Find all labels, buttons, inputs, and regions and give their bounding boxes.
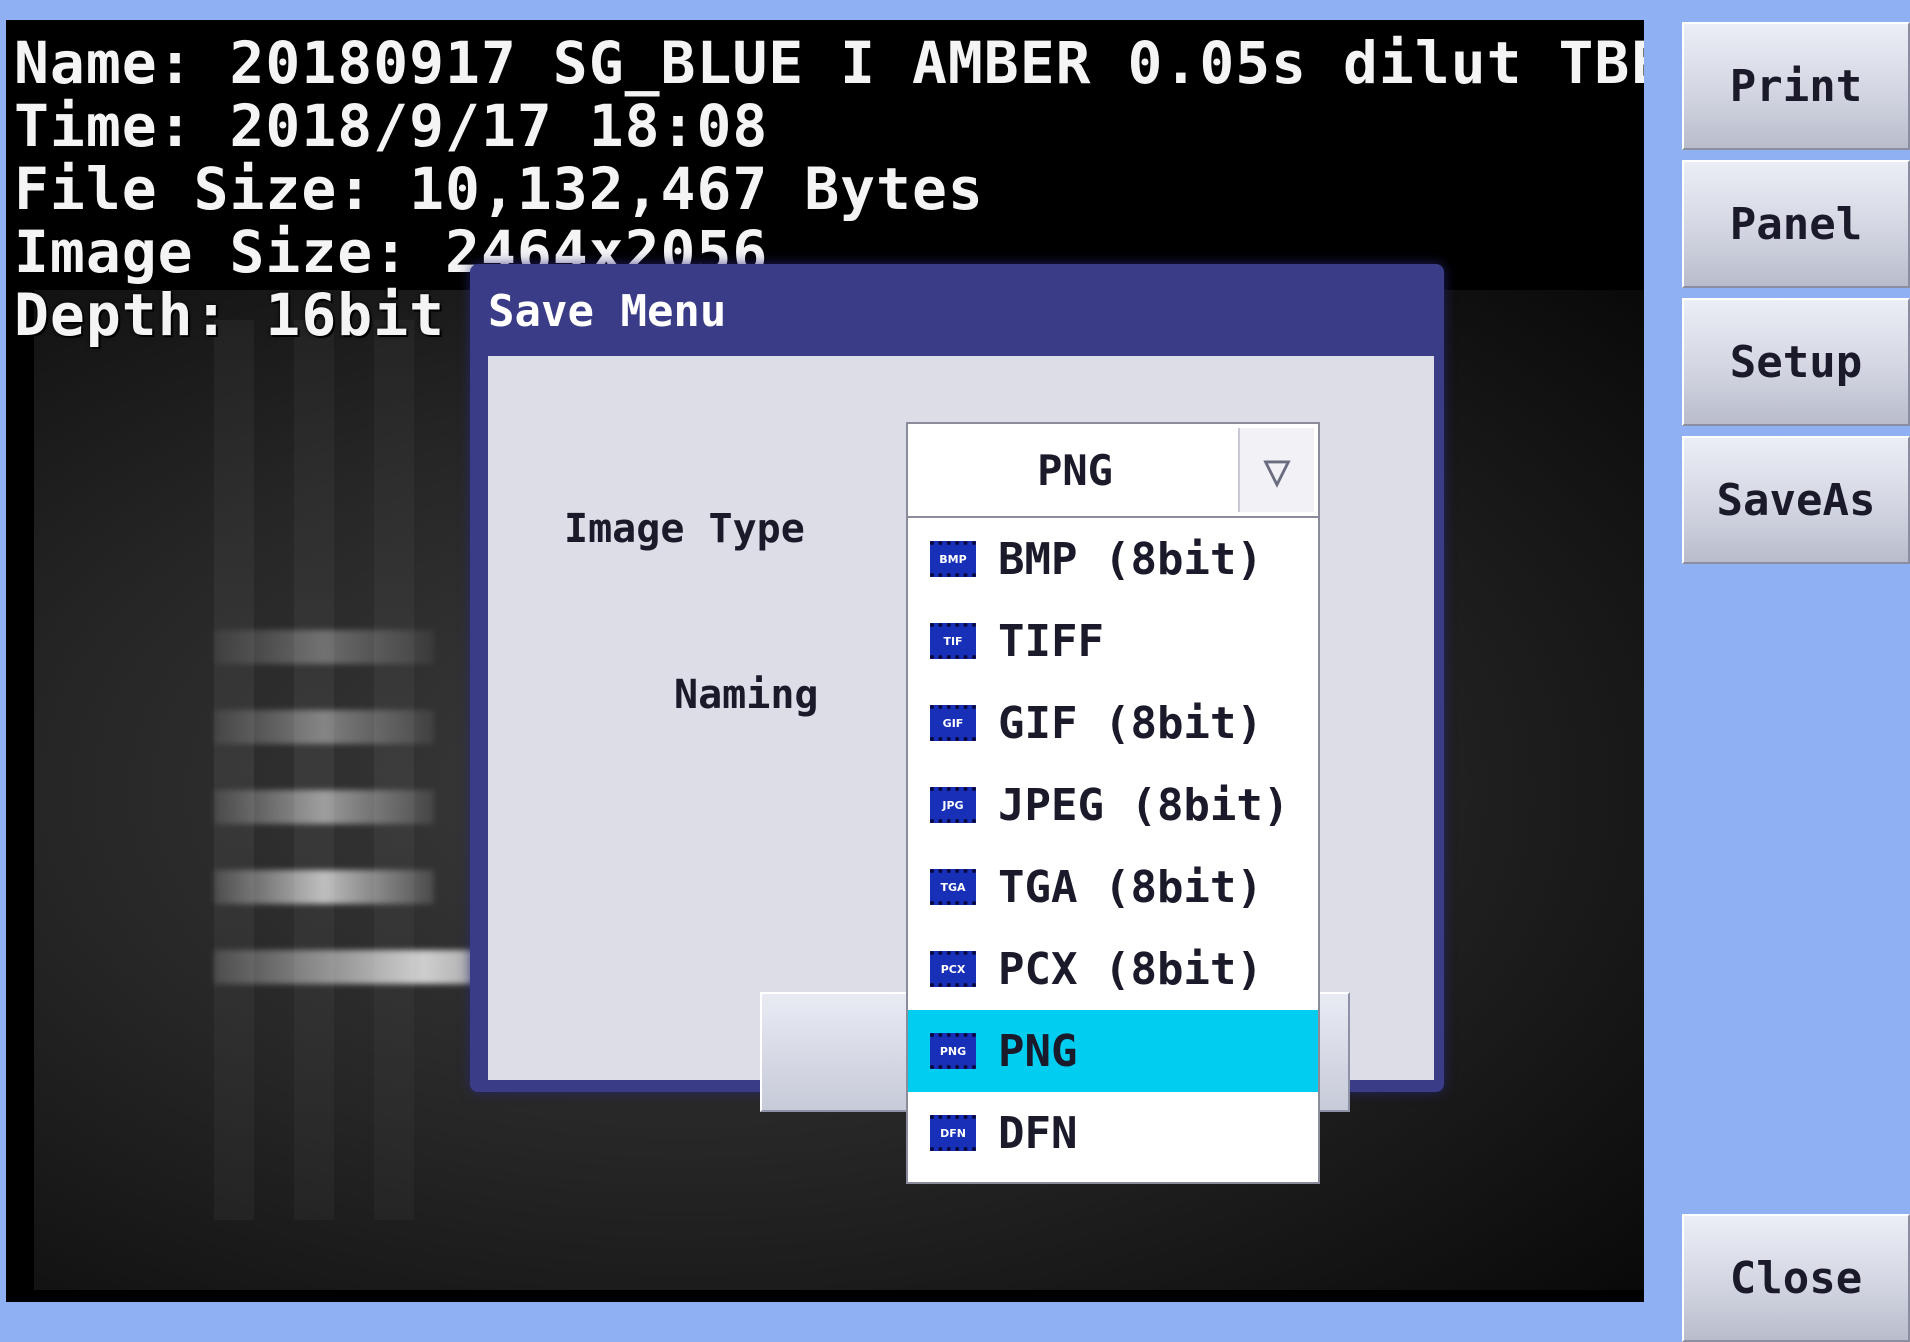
setup-button[interactable]: Setup (1682, 298, 1910, 426)
close-button[interactable]: Close (1682, 1214, 1910, 1342)
option-tiff[interactable]: TIF TIFF (908, 600, 1318, 682)
option-label: TGA (8bit) (998, 861, 1263, 913)
option-png[interactable]: PNG PNG (908, 1010, 1318, 1092)
pcx-file-icon: PCX (930, 951, 976, 987)
dfn-file-icon: DFN (930, 1115, 976, 1151)
image-type-options: BMP BMP (8bit) TIF TIFF GIF GIF (8bit) J… (906, 518, 1320, 1184)
save-as-button[interactable]: SaveAs (1682, 436, 1910, 564)
image-time: Time: 2018/9/17 18:08 (14, 92, 769, 160)
option-label: BMP (8bit) (998, 533, 1263, 585)
option-label: PNG (998, 1025, 1078, 1077)
panel-button[interactable]: Panel (1682, 160, 1910, 288)
option-label: DFN (998, 1107, 1078, 1159)
option-label: PCX (8bit) (998, 943, 1263, 995)
option-jpeg[interactable]: JPG JPEG (8bit) (908, 764, 1318, 846)
jpeg-file-icon: JPG (930, 787, 976, 823)
option-dfn[interactable]: DFN DFN (908, 1092, 1318, 1174)
tiff-file-icon: TIF (930, 623, 976, 659)
dialog-title: Save Menu (488, 286, 727, 337)
option-bmp[interactable]: BMP BMP (8bit) (908, 518, 1318, 600)
naming-label: Naming (674, 672, 819, 718)
print-button[interactable]: Print (1682, 22, 1910, 150)
option-gif[interactable]: GIF GIF (8bit) (908, 682, 1318, 764)
image-file-size: File Size: 10,132,467 Bytes (14, 155, 984, 223)
tga-file-icon: TGA (930, 869, 976, 905)
image-type-label: Image Type (564, 506, 805, 552)
option-label: GIF (8bit) (998, 697, 1263, 749)
image-type-value: PNG (1037, 445, 1113, 495)
png-file-icon: PNG (930, 1033, 976, 1069)
option-tga[interactable]: TGA TGA (8bit) (908, 846, 1318, 928)
bmp-file-icon: BMP (930, 541, 976, 577)
image-type-select[interactable]: PNG ▽ (906, 422, 1320, 518)
option-label: JPEG (8bit) (998, 779, 1290, 831)
gif-file-icon: GIF (930, 705, 976, 741)
option-pcx[interactable]: PCX PCX (8bit) (908, 928, 1318, 1010)
chevron-down-icon[interactable]: ▽ (1238, 428, 1314, 512)
option-label: TIFF (998, 615, 1104, 667)
image-name: Name: 20180917 SG_BLUE I AMBER 0.05s dil… (14, 29, 1644, 97)
